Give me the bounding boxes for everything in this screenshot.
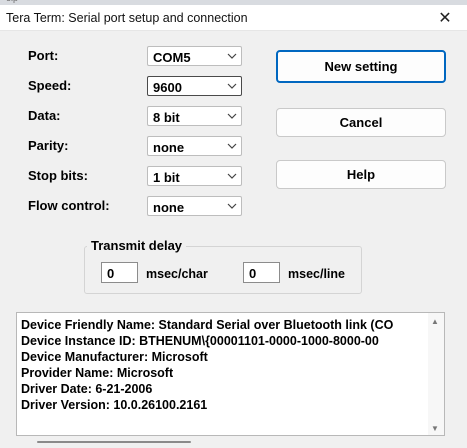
port-value: COM5 [153, 50, 191, 65]
chevron-down-icon [227, 143, 237, 149]
speed-select[interactable]: 9600 [147, 76, 242, 96]
device-instance-id: Device Instance ID: BTHENUM\{00001101-00… [21, 334, 379, 348]
horizontal-scrollbar-thumb[interactable] [37, 441, 191, 443]
port-select[interactable]: COM5 [147, 46, 242, 66]
msec-line-value: 0 [249, 266, 257, 281]
parity-label: Parity: [28, 138, 69, 153]
msec-char-input[interactable]: 0 [101, 262, 138, 283]
stop-bits-label: Stop bits: [28, 168, 88, 183]
title-bar: Tera Term: Serial port setup and connect… [0, 5, 467, 31]
close-button[interactable]: ✕ [423, 5, 467, 30]
chevron-down-icon [227, 83, 237, 89]
port-label: Port: [28, 48, 59, 63]
chevron-down-icon [227, 113, 237, 119]
driver-version: Driver Version: 10.0.26100.2161 [21, 398, 208, 412]
help-button[interactable]: Help [276, 160, 446, 189]
chevron-down-icon [227, 203, 237, 209]
device-friendly-name: Device Friendly Name: Standard Serial ov… [21, 318, 394, 332]
speed-label: Speed: [28, 78, 72, 93]
parity-value: none [153, 140, 185, 155]
chevron-down-icon [227, 53, 237, 59]
background-window-caption: elp [6, 0, 18, 3]
speed-value: 9600 [153, 80, 182, 95]
vertical-scrollbar[interactable]: ▲ ▼ [428, 313, 444, 435]
stop-bits-value: 1 bit [153, 170, 180, 185]
msec-line-unit: msec/line [288, 267, 345, 281]
provider-name: Provider Name: Microsoft [21, 366, 174, 380]
device-manufacturer: Device Manufacturer: Microsoft [21, 350, 208, 364]
device-info-lines: Device Friendly Name: Standard Serial ov… [21, 317, 393, 413]
transmit-delay-title: Transmit delay [87, 238, 187, 253]
parity-select[interactable]: none [147, 136, 242, 156]
device-info-box[interactable]: Device Friendly Name: Standard Serial ov… [16, 312, 445, 436]
msec-char-unit: msec/char [146, 267, 208, 281]
chevron-down-icon [227, 173, 237, 179]
cancel-button[interactable]: Cancel [276, 108, 446, 137]
flow-control-label: Flow control: [28, 198, 110, 213]
scroll-up-icon[interactable]: ▲ [431, 317, 439, 326]
stop-bits-select[interactable]: 1 bit [147, 166, 242, 186]
data-value: 8 bit [153, 110, 180, 125]
msec-char-value: 0 [107, 266, 115, 281]
close-icon: ✕ [438, 9, 452, 27]
data-label: Data: [28, 108, 61, 123]
new-setting-button[interactable]: New setting [276, 50, 446, 83]
data-select[interactable]: 8 bit [147, 106, 242, 126]
msec-line-input[interactable]: 0 [243, 262, 280, 283]
flow-control-value: none [153, 200, 185, 215]
flow-control-select[interactable]: none [147, 196, 242, 216]
scroll-down-icon[interactable]: ▼ [431, 424, 439, 433]
window-title: Tera Term: Serial port setup and connect… [6, 11, 248, 25]
driver-date: Driver Date: 6-21-2006 [21, 382, 153, 396]
